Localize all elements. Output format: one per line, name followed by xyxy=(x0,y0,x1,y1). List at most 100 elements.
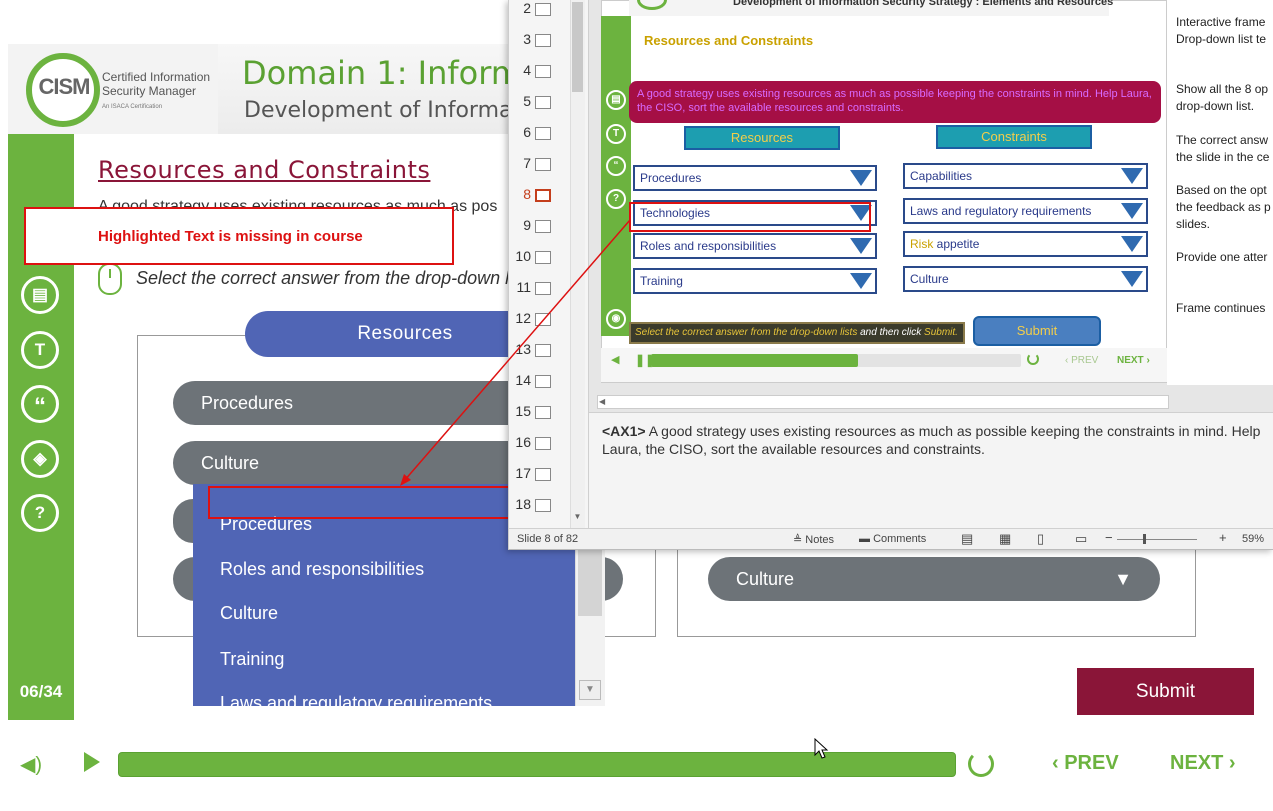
slide-thumbnail[interactable]: 14 xyxy=(509,372,571,392)
chevron-down-icon: ▼ xyxy=(1114,569,1132,589)
play-icon[interactable] xyxy=(84,752,100,772)
slide-thumbnail[interactable]: 8 xyxy=(509,186,571,206)
logo-text: Certified Information Security Manager xyxy=(102,70,212,98)
slide-thumbnail-image xyxy=(535,220,551,233)
slideshow-icon[interactable]: ▭ xyxy=(1075,531,1087,547)
mouse-icon xyxy=(98,263,122,295)
slide-thumbnail[interactable]: 6 xyxy=(509,124,571,144)
dropdown-option[interactable]: Laws and regulatory requirements xyxy=(220,693,492,706)
risk-rest: appetite xyxy=(933,237,980,251)
notes-icon: ▤ xyxy=(606,90,626,110)
highlight-rectangle xyxy=(208,486,516,519)
zoom-out-icon[interactable]: − xyxy=(1105,530,1113,545)
slide-thumbnail-image xyxy=(535,406,551,419)
dropdown-option[interactable]: Culture xyxy=(220,603,278,624)
domain-title: Domain 1: Informa xyxy=(242,54,542,92)
layers-icon[interactable]: ◈ xyxy=(21,440,59,478)
next-button[interactable]: NEXT › xyxy=(1170,752,1236,775)
notes-icon[interactable]: ▤ xyxy=(21,276,59,314)
slide-thumbnail[interactable]: 4 xyxy=(509,62,571,82)
resource-select-1-value: Procedures xyxy=(201,393,294,413)
constraint-select-culture[interactable]: Culture ▼ xyxy=(708,557,1160,601)
side-note-line: Drop-down list te xyxy=(1176,32,1267,46)
slide-thumbnail[interactable]: 2 xyxy=(509,0,571,20)
glossary-icon: ◉ xyxy=(606,309,626,329)
dropdown-option[interactable]: Roles and responsibilities xyxy=(220,559,424,580)
scroll-down-icon[interactable]: ▼ xyxy=(579,680,601,700)
slide-thumbnail-number: 17 xyxy=(515,465,531,481)
slide-resource-select[interactable]: Training xyxy=(633,268,877,294)
side-note-line: Frame continues xyxy=(1176,301,1266,315)
slide-resource-select[interactable]: Roles and responsibilities xyxy=(633,233,877,259)
slide-thumbnail[interactable]: 11 xyxy=(509,279,571,299)
slide-thumbnail-number: 9 xyxy=(523,217,531,233)
reading-view-icon[interactable]: ▯ xyxy=(1037,531,1044,547)
progress-bar[interactable] xyxy=(118,752,956,777)
prev-button[interactable]: ‹ PREV xyxy=(1052,752,1119,775)
slide-title: Resources and Constraints xyxy=(644,33,814,48)
slide-thumbnail[interactable]: 16 xyxy=(509,434,571,454)
quote-icon[interactable]: “ xyxy=(21,385,59,423)
slide-sorter-icon[interactable]: ▦ xyxy=(999,531,1011,547)
comments-button[interactable]: ▬ Comments xyxy=(859,533,926,545)
slide-resource-select[interactable]: Procedures xyxy=(633,165,877,191)
replay-icon[interactable] xyxy=(968,751,994,777)
slide-thumbnail-number: 11 xyxy=(516,279,531,295)
notes-label: Notes xyxy=(805,534,835,546)
slide-thumbnail[interactable]: 13 xyxy=(509,341,571,361)
slide-thumbnail-image xyxy=(535,344,551,357)
side-note-line: Show all the 8 op xyxy=(1176,82,1269,96)
slide-thumbnail[interactable]: 15 xyxy=(509,403,571,423)
slide-thumbnail[interactable]: 10 xyxy=(509,248,571,268)
slide-thumbnail-number: 8 xyxy=(523,186,531,202)
dropdown-option[interactable]: Training xyxy=(220,649,284,670)
slide-instruction: Select the correct answer from the drop-… xyxy=(629,322,965,344)
slide-instr-c: Submit. xyxy=(924,327,958,338)
slide-thumbnail[interactable]: 5 xyxy=(509,93,571,113)
slide-submit-button[interactable]: Submit xyxy=(973,316,1101,346)
zoom-level[interactable]: 59% xyxy=(1242,533,1264,545)
slide-thumbnail[interactable]: 12 xyxy=(509,310,571,330)
slide-thumbnail-image xyxy=(535,127,551,140)
scroll-left-icon[interactable]: ◀ xyxy=(599,397,605,406)
notes-tag: <AX1> xyxy=(602,423,646,439)
scroll-down-icon[interactable]: ▼ xyxy=(572,512,583,524)
slide-resources-header: Resources xyxy=(684,126,840,150)
zoom-slider-knob[interactable] xyxy=(1143,534,1146,544)
slide-constraint-select[interactable]: Risk appetite xyxy=(903,231,1148,257)
slide-thumbnail[interactable]: 3 xyxy=(509,31,571,51)
help-icon: ? xyxy=(606,189,626,209)
side-note-line: The correct answ xyxy=(1176,133,1269,147)
annotation-text: Highlighted Text is missing in course xyxy=(98,228,363,245)
slide-thumbnail[interactable]: 17 xyxy=(509,465,571,485)
submit-button[interactable]: Submit xyxy=(1077,668,1254,715)
slide-instr-b: and then click xyxy=(857,327,925,338)
slide-thumbnail[interactable]: 18 xyxy=(509,496,571,516)
slide-progress-fill xyxy=(651,354,858,367)
dropdown-scroll-thumb[interactable] xyxy=(578,550,602,616)
slide-constraint-select[interactable]: Capabilities xyxy=(903,163,1148,189)
instruction-text: Select the correct answer from the drop-… xyxy=(136,268,542,288)
zoom-in-icon[interactable]: + xyxy=(1219,530,1227,545)
slide-thumbnail-image xyxy=(535,96,551,109)
slide-instr-a: Select the correct answer from the drop-… xyxy=(635,327,858,338)
slide-thumbnail-image xyxy=(535,3,551,16)
dropdown-arrow-icon xyxy=(850,273,872,289)
slide-thumbnail[interactable]: 7 xyxy=(509,155,571,175)
thumbnail-scroll-thumb[interactable] xyxy=(572,2,583,92)
slide-constraint-select[interactable]: Culture xyxy=(903,266,1148,292)
horizontal-scrollbar[interactable] xyxy=(597,395,1169,409)
speaker-notes-text[interactable]: <AX1> A good strategy uses existing reso… xyxy=(602,422,1264,458)
slide-thumbnail-number: 2 xyxy=(523,0,531,16)
slide-constraint-select[interactable]: Laws and regulatory requirements xyxy=(903,198,1148,224)
help-icon[interactable]: ? xyxy=(21,494,59,532)
notes-button[interactable]: ≜ Notes xyxy=(793,533,834,546)
quote-icon: “ xyxy=(606,156,626,176)
volume-icon[interactable]: ◀) xyxy=(20,752,42,777)
slide-counter: 06/34 xyxy=(19,682,63,701)
transcript-icon[interactable]: T xyxy=(21,331,59,369)
slide-thumbnail[interactable]: 9 xyxy=(509,217,571,237)
transcript-icon: T xyxy=(606,124,626,144)
zoom-slider[interactable] xyxy=(1117,539,1197,540)
normal-view-icon[interactable]: ▤ xyxy=(961,531,973,547)
